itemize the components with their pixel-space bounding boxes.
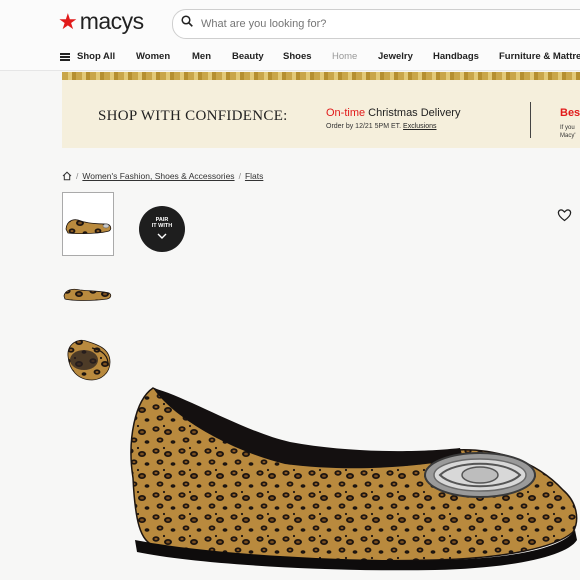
promo-delivery-prefix: On-time <box>326 107 366 119</box>
pair-it-with-label: PAIR IT WITH <box>139 217 185 229</box>
nav-handbags[interactable]: Handbags <box>433 51 479 62</box>
promo-banner[interactable]: SHOP WITH CONFIDENCE: On-time Christmas … <box>62 80 580 148</box>
nav-shoes[interactable]: Shoes <box>283 51 312 62</box>
search-icon <box>181 15 193 27</box>
nav-beauty[interactable]: Beauty <box>232 51 264 62</box>
promo-order-by: Order by 12/21 5PM ET. Exclusions <box>326 123 437 130</box>
promo-right-title: Bes <box>560 107 580 119</box>
nav-furniture[interactable]: Furniture & Mattre <box>499 51 580 62</box>
home-icon[interactable] <box>62 171 72 181</box>
promo-order-by-text: Order by 12/21 5PM ET. <box>326 123 404 130</box>
breadcrumb-separator: / <box>76 171 79 181</box>
promo-right-text: If you Macy' <box>560 124 575 140</box>
promo-headline: SHOP WITH CONFIDENCE: <box>98 108 288 124</box>
breadcrumb-sub[interactable]: Flats <box>245 171 263 181</box>
brand-name: macys <box>79 8 144 34</box>
site-header: ★ macys <box>0 0 580 44</box>
search-bar[interactable] <box>172 9 580 39</box>
promo-right-line1: If you <box>560 125 575 131</box>
flat-shoe-pair-image <box>67 339 111 381</box>
macys-star-icon: ★ <box>58 8 78 34</box>
promo-right-line2: Macy' <box>560 133 576 139</box>
main-nav: Shop All Women Men Beauty Shoes Home Jew… <box>0 44 580 71</box>
macys-logo[interactable]: ★ macys <box>58 8 144 35</box>
nav-home[interactable]: Home <box>332 51 357 62</box>
heart-icon[interactable] <box>557 208 572 222</box>
search-input[interactable] <box>199 14 503 34</box>
pair-line2: IT WITH <box>151 223 173 229</box>
promo-exclusions-link[interactable]: Exclusions <box>403 123 436 130</box>
promo-decorative-stripe <box>62 72 580 80</box>
product-thumbnail[interactable] <box>62 192 114 256</box>
promo-delivery: On-time Christmas Delivery <box>326 107 460 119</box>
nav-jewelry[interactable]: Jewelry <box>378 51 413 62</box>
product-thumbnail[interactable] <box>62 264 112 326</box>
flat-shoe-thumbnail-image <box>65 219 112 234</box>
promo-delivery-rest: Christmas Delivery <box>365 107 461 119</box>
nav-women[interactable]: Women <box>136 51 170 62</box>
breadcrumb: / Women's Fashion, Shoes & Accessories /… <box>62 171 263 181</box>
product-main-image <box>130 387 578 571</box>
pair-it-with-button[interactable]: PAIR IT WITH <box>139 206 185 252</box>
breadcrumb-separator: / <box>238 171 241 181</box>
flat-shoe-side-image <box>63 288 112 301</box>
chevron-down-icon <box>157 233 167 239</box>
nav-men[interactable]: Men <box>192 51 211 62</box>
breadcrumb-category[interactable]: Women's Fashion, Shoes & Accessories <box>82 171 234 181</box>
nav-shop-all[interactable]: Shop All <box>77 51 115 62</box>
menu-icon[interactable] <box>60 53 70 61</box>
promo-divider <box>530 102 531 138</box>
product-thumbnail[interactable] <box>62 334 112 396</box>
